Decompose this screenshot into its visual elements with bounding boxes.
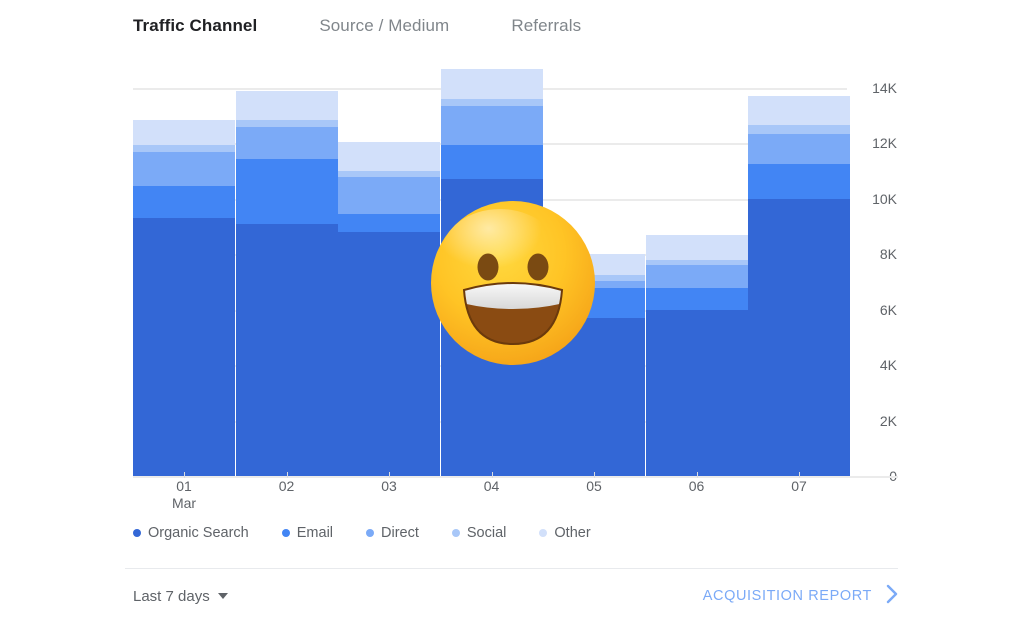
bar-segment[interactable]	[235, 119, 338, 127]
x-axis-tick-label: 07	[791, 478, 807, 494]
bar-03[interactable]	[338, 142, 440, 476]
bar-segment[interactable]	[440, 179, 543, 476]
y-axis-tick-label: 10K	[872, 190, 897, 207]
bar-segment[interactable]	[338, 214, 440, 233]
bar-segment[interactable]	[133, 144, 235, 152]
stacked-bar-chart	[133, 68, 850, 478]
chevron-right-icon	[886, 584, 898, 609]
bar-06[interactable]	[645, 234, 748, 476]
tab-referrals[interactable]: Referrals	[511, 16, 581, 36]
legend-color-swatch	[451, 529, 460, 537]
legend-label: Organic Search	[148, 525, 249, 541]
chart-legend: Organic Search Email Direct Social Other	[133, 525, 624, 541]
x-axis-tick-label: 04	[483, 478, 500, 494]
bar-segment[interactable]	[645, 265, 748, 288]
bar-segment[interactable]	[133, 119, 235, 145]
y-axis-tick-label: 8K	[879, 246, 897, 263]
legend-label: Email	[296, 525, 334, 541]
x-axis-tick-label: 05	[586, 478, 602, 494]
bar-segment[interactable]	[543, 254, 645, 276]
bar-segment[interactable]	[235, 223, 338, 476]
legend-item-social[interactable]: Social	[451, 525, 507, 541]
bar-segment[interactable]	[748, 96, 850, 126]
bar-segment[interactable]	[133, 186, 235, 219]
tab-traffic-channel[interactable]: Traffic Channel	[133, 16, 257, 36]
bar-segment[interactable]	[440, 144, 543, 180]
bar-segment[interactable]	[338, 232, 440, 476]
y-axis-tick-label: 6K	[879, 301, 897, 318]
date-range-label: Last 7 days	[133, 587, 210, 605]
y-axis-tick-label: 2K	[879, 412, 897, 429]
bar-segment[interactable]	[645, 234, 748, 260]
bar-segment[interactable]	[235, 126, 338, 159]
bar-segment[interactable]	[645, 287, 748, 310]
legend-label: Other	[554, 525, 591, 541]
bar-segment[interactable]	[645, 309, 748, 476]
card-footer: Last 7 days ACQUISITION REPORT	[133, 581, 898, 611]
legend-color-swatch	[281, 529, 290, 537]
x-axis-tick-sublabel: Mar	[171, 495, 197, 511]
chevron-down-icon	[217, 593, 228, 599]
footer-divider	[125, 568, 898, 569]
legend-label: Direct	[381, 525, 419, 541]
y-axis-tick-label: 14K	[872, 80, 897, 96]
bar-02[interactable]	[235, 90, 338, 476]
bar-segment[interactable]	[748, 133, 850, 165]
chart-bars	[133, 68, 850, 476]
legend-item-organic-search[interactable]: Organic Search	[133, 525, 249, 541]
legend-color-swatch	[539, 529, 548, 537]
acquisition-report-link[interactable]: ACQUISITION REPORT	[703, 584, 898, 609]
date-range-selector[interactable]: Last 7 days	[133, 588, 228, 605]
x-axis-tick-label: 03	[381, 478, 397, 494]
bar-segment[interactable]	[338, 176, 440, 215]
bar-segment[interactable]	[133, 151, 235, 187]
acquisition-report-label: ACQUISITION REPORT	[702, 588, 872, 604]
legend-item-direct[interactable]: Direct	[366, 525, 419, 541]
legend-item-other[interactable]: Other	[539, 525, 591, 541]
bar-segment[interactable]	[338, 142, 440, 172]
bar-segment[interactable]	[543, 280, 645, 288]
bar-segment[interactable]	[748, 125, 850, 134]
bar-segment[interactable]	[440, 99, 543, 107]
bar-segment[interactable]	[440, 106, 543, 145]
tab-bar: Traffic Channel Source / Medium Referral…	[133, 16, 643, 36]
x-axis-tick-label: 02	[278, 478, 295, 494]
bar-05[interactable]	[543, 254, 645, 476]
y-axis-tick-label: 12K	[872, 135, 897, 152]
bar-segment[interactable]	[440, 68, 543, 100]
legend-color-swatch	[366, 529, 375, 537]
bar-segment[interactable]	[235, 90, 338, 120]
legend-label: Social	[466, 525, 507, 541]
tab-source-medium[interactable]: Source / Medium	[319, 16, 449, 36]
bar-segment[interactable]	[748, 164, 850, 199]
bar-segment[interactable]	[133, 218, 235, 476]
bar-segment[interactable]	[748, 198, 850, 476]
x-axis-tick-label: 06	[688, 478, 705, 494]
legend-color-swatch	[133, 529, 141, 537]
x-axis: 01 Mar 02 03 04 05 06 07	[133, 472, 847, 518]
bar-segment[interactable]	[543, 318, 645, 476]
bar-segment[interactable]	[543, 287, 645, 319]
legend-item-email[interactable]: Email	[281, 525, 334, 541]
bar-04[interactable]	[440, 68, 543, 476]
bar-01[interactable]	[133, 119, 235, 476]
y-axis-tick-label: 4K	[879, 357, 897, 374]
y-axis: 14K12K10K8K6K4K2K0	[847, 80, 907, 484]
x-axis-tick-label: 01 Mar	[133, 478, 235, 512]
bar-07[interactable]	[748, 96, 850, 476]
bar-segment[interactable]	[235, 158, 338, 224]
traffic-channel-card: Traffic Channel Source / Medium Referral…	[0, 0, 1024, 640]
